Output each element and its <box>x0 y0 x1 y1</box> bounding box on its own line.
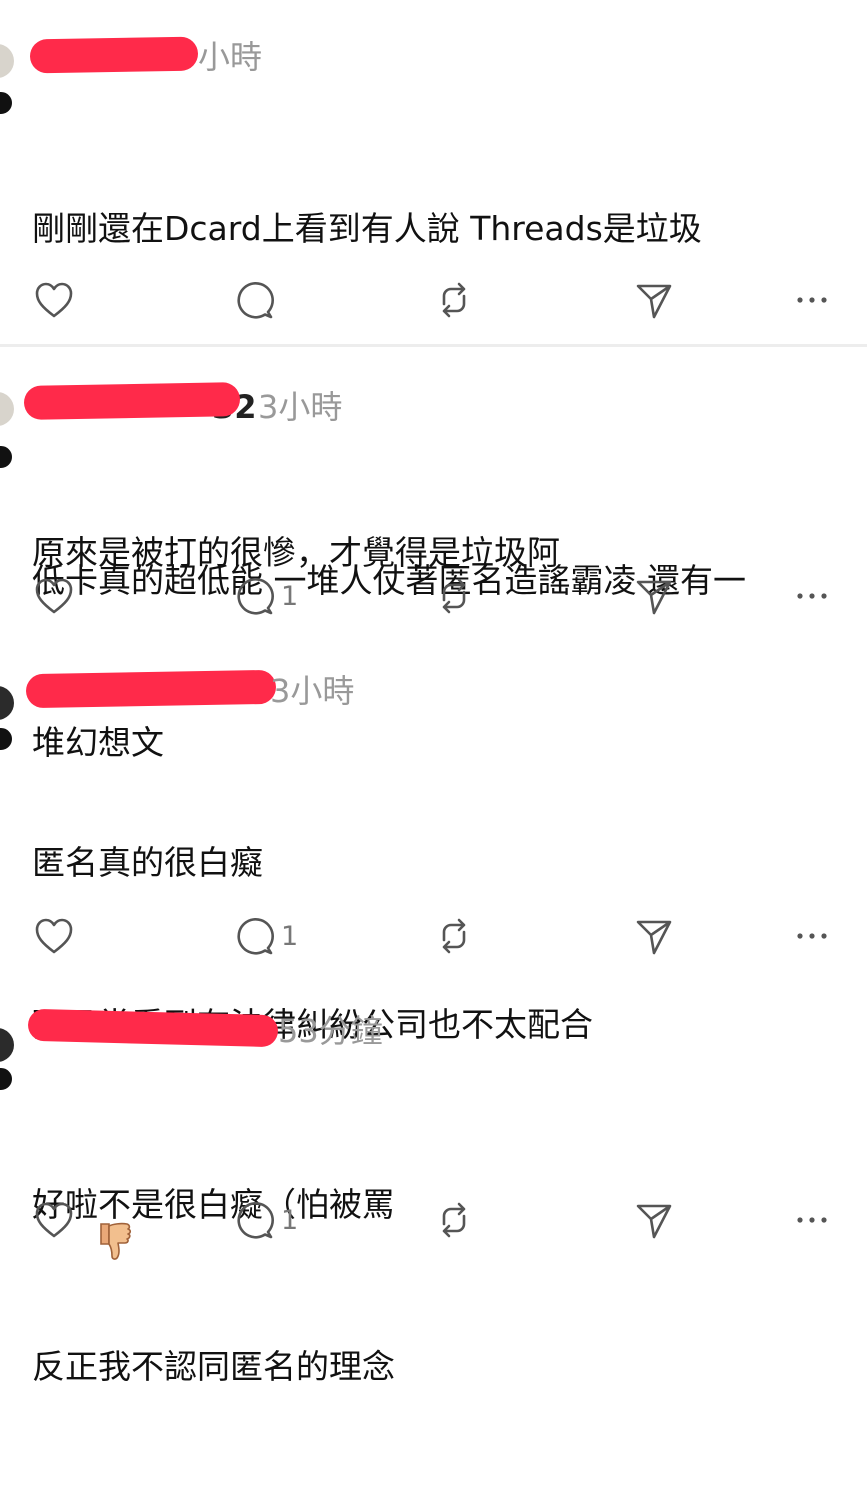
author-line: 53分鐘 <box>27 1006 430 1056</box>
redaction-mark <box>29 36 199 74</box>
more-icon <box>797 933 827 939</box>
post-time: 3小時 <box>270 672 355 710</box>
redaction-mark <box>23 382 241 420</box>
follow-badge-icon[interactable] <box>0 444 14 470</box>
like-button[interactable] <box>34 906 74 966</box>
heart-icon <box>35 918 73 954</box>
thread-post: 53分鐘 好啦不是很白癡（怕被罵 反正我不認同匿名的理念 1 <box>0 980 867 1386</box>
more-icon <box>797 593 827 599</box>
share-button[interactable] <box>634 270 674 330</box>
author-line: 32 3小時 <box>23 382 430 432</box>
follow-badge-icon[interactable] <box>0 1066 14 1092</box>
repost-icon <box>442 1202 466 1238</box>
post-time: 小時 <box>198 38 263 76</box>
share-icon <box>636 284 672 319</box>
comment-icon <box>237 918 274 955</box>
avatar[interactable] <box>0 686 14 720</box>
repost-icon <box>442 578 466 614</box>
post-actions <box>0 270 867 330</box>
post-line: 匿名真的很白癡 <box>32 843 263 882</box>
follow-badge-icon[interactable] <box>0 726 14 752</box>
thread-post: 3小時 匿名真的很白癡 而且常看到有法律糾紛公司也不太配合 1 <box>0 640 867 1260</box>
avatar[interactable] <box>0 44 14 78</box>
comment-icon <box>237 282 274 319</box>
repost-icon <box>442 282 466 318</box>
repost-button[interactable] <box>434 270 474 330</box>
more-button[interactable] <box>795 270 829 330</box>
reply-count: 1 <box>281 1204 299 1236</box>
share-icon <box>636 1204 672 1239</box>
author-line: 小時 <box>29 32 430 82</box>
comment-icon <box>237 1202 274 1239</box>
heart-icon <box>35 578 73 614</box>
like-button[interactable] <box>34 566 74 626</box>
share-icon <box>636 920 672 955</box>
reply-button[interactable] <box>235 270 281 330</box>
more-button[interactable] <box>795 906 829 966</box>
reply-count: 1 <box>281 580 299 612</box>
like-button[interactable] <box>34 1190 74 1250</box>
more-icon <box>797 1217 827 1223</box>
like-button[interactable] <box>34 270 74 330</box>
avatar[interactable] <box>0 1028 14 1062</box>
post-actions: 1 <box>0 566 867 626</box>
reply-button[interactable]: 1 <box>235 906 298 966</box>
post-actions: 1 <box>0 906 867 966</box>
follow-badge-icon[interactable] <box>0 90 14 116</box>
share-icon <box>636 580 672 615</box>
heart-icon <box>35 282 73 318</box>
post-time: 53分鐘 <box>278 1012 383 1050</box>
redaction-mark <box>25 669 277 709</box>
more-icon <box>797 297 827 303</box>
more-button[interactable] <box>795 1190 829 1250</box>
thread-post: 小時 剛剛還在Dcard上看到有人說 Threads是垃圾 原來是被打的很慘，才… <box>0 0 867 572</box>
reply-button[interactable]: 1 <box>235 1190 298 1250</box>
repost-icon <box>442 918 466 954</box>
reply-button[interactable]: 1 <box>235 566 298 626</box>
share-button[interactable] <box>634 566 674 626</box>
avatar[interactable] <box>0 392 14 426</box>
share-button[interactable] <box>634 906 674 966</box>
heart-icon <box>35 1202 73 1238</box>
redaction-mark <box>27 1008 279 1048</box>
post-actions: 1 <box>0 1190 867 1250</box>
post-divider <box>0 344 867 347</box>
post-line: 反正我不認同匿名的理念 <box>32 1347 395 1386</box>
repost-button[interactable] <box>434 906 474 966</box>
post-body: 好啦不是很白癡（怕被罵 反正我不認同匿名的理念 <box>32 1070 852 1502</box>
post-line: 剛剛還在Dcard上看到有人說 Threads是垃圾 <box>32 209 702 248</box>
more-button[interactable] <box>795 566 829 626</box>
post-time: 3小時 <box>258 388 343 426</box>
author-line: 3小時 <box>25 666 430 716</box>
reply-count: 1 <box>281 920 299 952</box>
repost-button[interactable] <box>434 566 474 626</box>
thread-post: 32 3小時 低卡真的超低能 一堆人仗著匿名造謠霸凌 還有一 堆幻想文 1 <box>0 348 867 762</box>
comment-icon <box>237 578 274 615</box>
repost-button[interactable] <box>434 1190 474 1250</box>
share-button[interactable] <box>634 1190 674 1250</box>
